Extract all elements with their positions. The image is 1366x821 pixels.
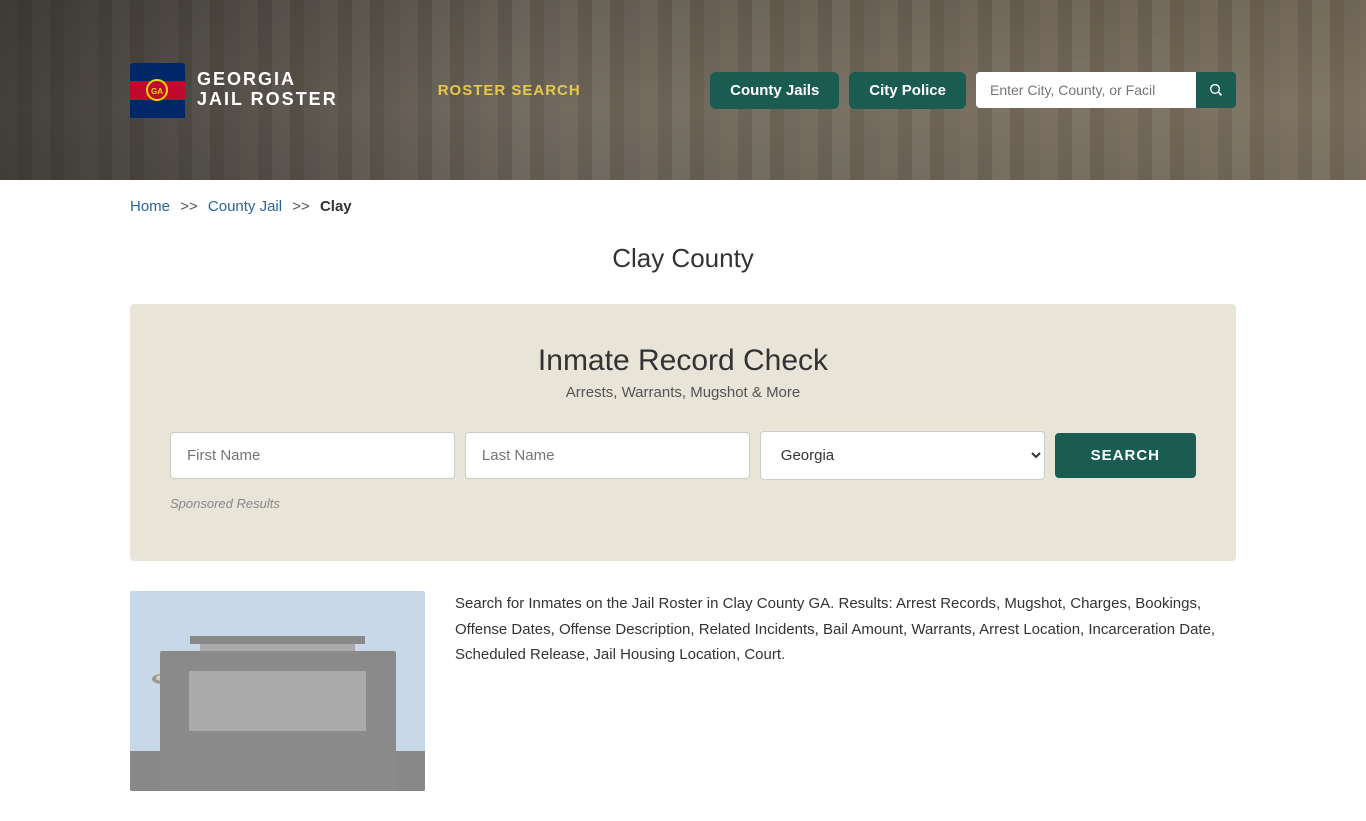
logo-title-line2: JAIL ROSTER bbox=[197, 89, 338, 110]
inmate-record-subtitle: Arrests, Warrants, Mugshot & More bbox=[170, 384, 1196, 401]
inmate-record-section: Inmate Record Check Arrests, Warrants, M… bbox=[130, 304, 1236, 561]
header-right: County Jails City Police bbox=[710, 72, 1236, 109]
logo-title-line1: GEORGIA bbox=[197, 70, 338, 90]
sponsored-results: Sponsored Results bbox=[170, 496, 1196, 511]
first-name-input[interactable] bbox=[170, 432, 455, 479]
inmate-search-form: AlabamaAlaskaArizonaArkansasCaliforniaCo… bbox=[170, 431, 1196, 480]
breadcrumb-current: Clay bbox=[320, 198, 352, 215]
breadcrumb: Home >> County Jail >> Clay bbox=[0, 180, 1366, 233]
breadcrumb-sep1: >> bbox=[180, 198, 198, 215]
content-section: Search for Inmates on the Jail Roster in… bbox=[0, 561, 1366, 821]
state-select[interactable]: AlabamaAlaskaArizonaArkansasCaliforniaCo… bbox=[760, 431, 1045, 480]
building-image bbox=[130, 591, 425, 791]
inmate-record-title: Inmate Record Check bbox=[170, 344, 1196, 378]
header-search-box bbox=[976, 72, 1236, 108]
header-search-button[interactable] bbox=[1196, 72, 1236, 108]
city-police-button[interactable]: City Police bbox=[849, 72, 966, 109]
building-illustration bbox=[130, 591, 425, 791]
inmate-search-button[interactable]: SEARCH bbox=[1055, 433, 1196, 478]
svg-text:GA: GA bbox=[151, 87, 163, 96]
content-description: Search for Inmates on the Jail Roster in… bbox=[455, 591, 1236, 668]
site-header: GA GEORGIA JAIL ROSTER ROSTER SEARCH Cou… bbox=[0, 0, 1366, 180]
breadcrumb-sep2: >> bbox=[292, 198, 310, 215]
roster-search-link[interactable]: ROSTER SEARCH bbox=[438, 82, 581, 99]
search-icon bbox=[1208, 82, 1224, 98]
page-title: Clay County bbox=[0, 243, 1366, 274]
breadcrumb-home[interactable]: Home bbox=[130, 198, 170, 215]
header-search-input[interactable] bbox=[976, 72, 1196, 108]
last-name-input[interactable] bbox=[465, 432, 750, 479]
county-jails-button[interactable]: County Jails bbox=[710, 72, 839, 109]
logo-area: GA GEORGIA JAIL ROSTER bbox=[130, 63, 338, 118]
page-title-section: Clay County bbox=[0, 233, 1366, 304]
georgia-flag-icon: GA bbox=[130, 63, 185, 118]
logo-text: GEORGIA JAIL ROSTER bbox=[197, 70, 338, 111]
breadcrumb-county-jail[interactable]: County Jail bbox=[208, 198, 282, 215]
